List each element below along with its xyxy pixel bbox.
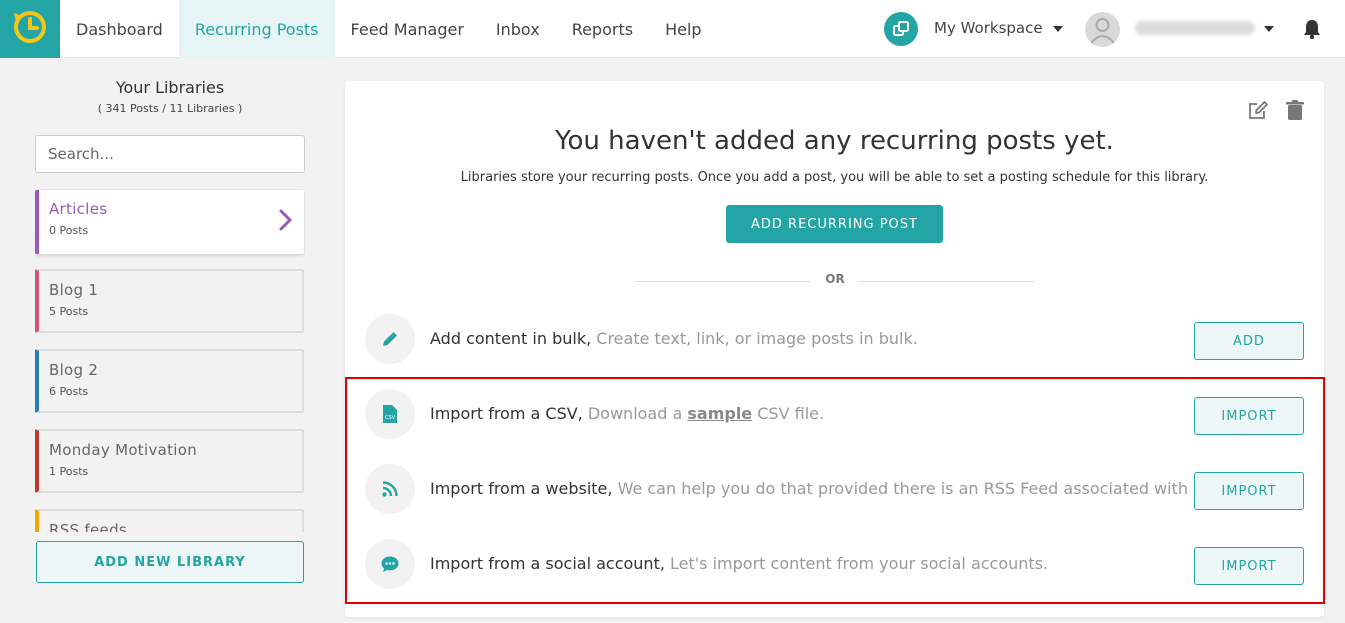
pencil-icon <box>365 314 415 364</box>
row-description: Let's import content from your social ac… <box>670 554 1049 573</box>
library-name: Blog 1 <box>49 281 99 299</box>
nav-help[interactable]: Help <box>649 0 717 58</box>
app-logo[interactable] <box>0 0 60 58</box>
row-description: Create text, link, or image posts in bul… <box>596 329 918 348</box>
main-nav: Dashboard Recurring Posts Feed Manager I… <box>60 0 718 58</box>
clock-logo-icon <box>11 8 49 50</box>
library-post-count: 5 Posts <box>49 305 89 318</box>
row-description-suffix: CSV file. <box>757 404 825 423</box>
row-title: Add content in bulk, <box>430 329 592 348</box>
nav-inbox[interactable]: Inbox <box>480 0 556 58</box>
empty-state-description: Libraries store your recurring posts. On… <box>460 170 1209 185</box>
library-name: Monday Motivation <box>49 441 198 459</box>
library-post-count: 0 Posts <box>49 224 89 237</box>
row-description: We can help you do that provided there i… <box>617 479 1209 498</box>
library-card-blog-2[interactable]: Blog 2 6 Posts <box>35 349 304 413</box>
library-post-count: 6 Posts <box>49 385 89 398</box>
nav-dashboard[interactable]: Dashboard <box>60 0 179 58</box>
workspace-selector[interactable]: My Workspace <box>934 19 1043 37</box>
user-avatar[interactable] <box>1085 12 1120 47</box>
workspace-chevron-down-icon[interactable] <box>1053 26 1063 32</box>
chat-bubble-icon <box>365 539 415 589</box>
row-title: Import from a CSV, <box>430 404 583 423</box>
libraries-title: Your Libraries <box>115 78 225 97</box>
or-separator: OR <box>825 272 845 286</box>
libraries-summary: ( 341 Posts / 11 Libraries ) <box>97 102 243 115</box>
add-new-library-button[interactable]: ADD NEW LIBRARY <box>36 541 304 583</box>
import-csv-row-text: Import from a CSV, Download a sample CSV… <box>430 404 824 423</box>
nav-reports[interactable]: Reports <box>556 0 649 58</box>
library-card-rss-feeds[interactable]: RSS feeds <box>35 509 304 532</box>
empty-state-title: You haven't added any recurring posts ye… <box>555 126 1114 156</box>
library-name: Articles <box>49 200 108 218</box>
import-csv-button[interactable]: IMPORT <box>1194 397 1304 435</box>
import-social-button[interactable]: IMPORT <box>1194 547 1304 585</box>
edit-library-icon[interactable] <box>1247 99 1269 125</box>
library-name: Blog 2 <box>49 361 99 379</box>
trash-icon[interactable] <box>1285 99 1305 125</box>
library-card-articles[interactable]: Articles 0 Posts <box>35 190 304 254</box>
library-name: RSS feeds <box>49 521 128 532</box>
rss-icon <box>365 464 415 514</box>
import-website-row-text: Import from a website, We can help you d… <box>430 479 1209 498</box>
svg-text:CSV: CSV <box>385 415 396 421</box>
nav-recurring-posts[interactable]: Recurring Posts <box>178 0 335 58</box>
library-card-blog-1[interactable]: Blog 1 5 Posts <box>35 269 304 333</box>
divider-left <box>635 281 811 282</box>
divider-right <box>858 281 1034 282</box>
user-menu-chevron-down-icon[interactable] <box>1264 26 1274 32</box>
bulk-add-row-text: Add content in bulk, Create text, link, … <box>430 329 918 348</box>
library-card-monday-motivation[interactable]: Monday Motivation 1 Posts <box>35 429 304 493</box>
chevron-right-icon <box>278 208 294 236</box>
library-search-input[interactable] <box>35 135 305 173</box>
csv-file-icon: CSV <box>365 389 415 439</box>
top-navigation-bar: Dashboard Recurring Posts Feed Manager I… <box>0 0 1345 58</box>
workspace-switch-icon[interactable] <box>884 12 918 46</box>
library-content-panel <box>345 81 1324 617</box>
sample-csv-link[interactable]: sample <box>687 404 752 423</box>
row-title: Import from a website, <box>430 479 613 498</box>
add-bulk-button[interactable]: ADD <box>1194 322 1304 360</box>
import-social-row-text: Import from a social account, Let's impo… <box>430 554 1048 573</box>
library-list: Articles 0 Posts Blog 1 5 Posts Blog 2 6… <box>35 189 305 532</box>
library-post-count: 1 Posts <box>49 465 89 478</box>
import-website-button[interactable]: IMPORT <box>1194 472 1304 510</box>
add-recurring-post-button[interactable]: ADD RECURRING POST <box>726 205 943 243</box>
nav-feed-manager[interactable]: Feed Manager <box>335 0 480 58</box>
user-name-blurred <box>1135 21 1255 35</box>
bell-icon[interactable] <box>1301 18 1323 44</box>
row-description-prefix: Download a <box>587 404 683 423</box>
row-title: Import from a social account, <box>430 554 665 573</box>
